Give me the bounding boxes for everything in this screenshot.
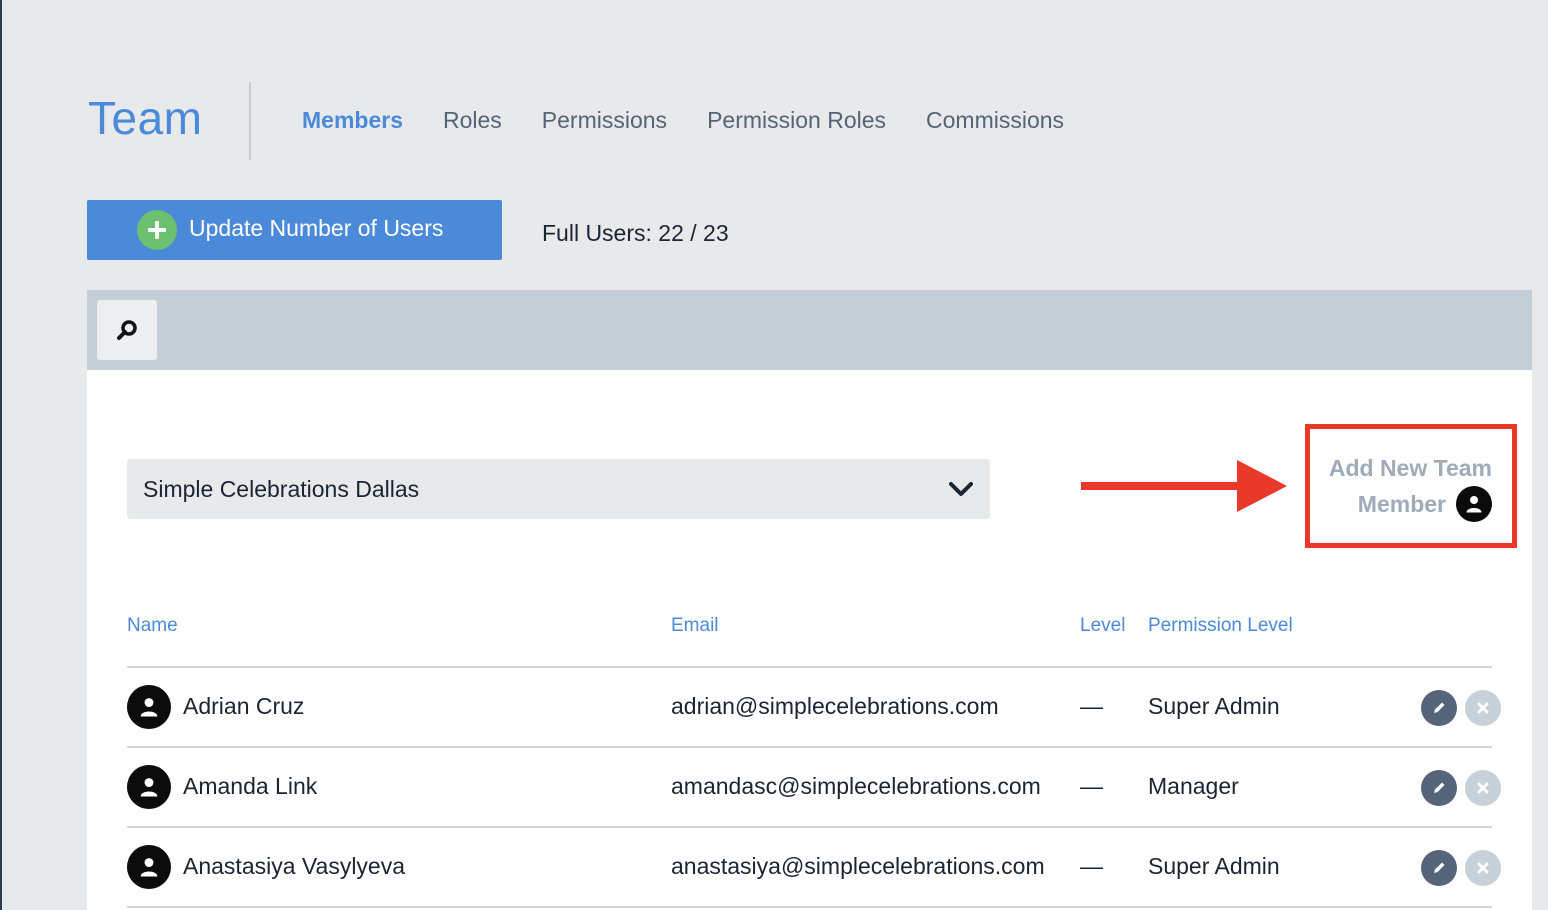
member-permission-level: Super Admin (1148, 853, 1280, 879)
table-row[interactable]: Anastasiya Vasylyeva anastasiya@simplece… (127, 828, 1507, 906)
column-header-level[interactable]: Level (1080, 614, 1125, 638)
update-users-label: Update Number of Users (189, 214, 444, 241)
search-button[interactable] (97, 300, 157, 360)
remove-member-button[interactable] (1465, 850, 1501, 886)
member-email: anastasiya@simplecelebrations.com (671, 853, 1045, 879)
user-avatar-icon (127, 685, 171, 729)
tab-permissions[interactable]: Permissions (542, 104, 667, 136)
member-name: Adrian Cruz (183, 693, 305, 719)
members-panel: Simple Celebrations Dallas Add New Team … (87, 370, 1532, 910)
search-icon (117, 320, 137, 340)
location-select[interactable]: Simple Celebrations Dallas (127, 459, 990, 519)
member-permission-level: Super Admin (1148, 693, 1280, 719)
header-divider (249, 82, 251, 160)
edit-member-button[interactable] (1421, 690, 1457, 726)
plus-icon (137, 210, 177, 250)
update-number-of-users-button[interactable]: Update Number of Users (87, 200, 502, 260)
user-avatar-icon (127, 845, 171, 889)
member-level: — (1080, 853, 1103, 879)
pencil-icon (1434, 862, 1445, 873)
member-permission-level: Manager (1148, 773, 1239, 799)
member-name: Anastasiya Vasylyeva (183, 853, 406, 879)
close-icon (1477, 702, 1489, 714)
page-title: Team (88, 92, 203, 144)
row-divider (127, 906, 1492, 908)
table-row[interactable]: Adrian Cruz adrian@simplecelebrations.co… (127, 668, 1507, 746)
table-row[interactable]: Amanda Link amandasc@simplecelebrations.… (127, 748, 1507, 826)
search-bar (87, 290, 1532, 370)
remove-member-button[interactable] (1465, 770, 1501, 806)
column-header-email[interactable]: Email (671, 614, 719, 638)
add-new-team-member-button[interactable]: Add New Team Member (1312, 450, 1492, 522)
tab-permission-roles[interactable]: Permission Roles (707, 104, 886, 136)
add-member-label-line2: Member (1357, 491, 1446, 517)
column-header-permission-level[interactable]: Permission Level (1148, 614, 1293, 638)
chevron-down-icon (949, 482, 973, 496)
full-users-count: Full Users: 22 / 23 (542, 220, 729, 246)
tab-bar: Members Roles Permissions Permission Rol… (302, 104, 1104, 136)
add-member-label-line1: Add New Team (1328, 455, 1492, 481)
member-email: adrian@simplecelebrations.com (671, 693, 999, 719)
member-level: — (1080, 773, 1103, 799)
close-icon (1477, 862, 1489, 874)
user-icon (1456, 486, 1492, 522)
window-edge (0, 0, 2, 910)
arrow-right-icon (1081, 460, 1287, 512)
pencil-icon (1434, 782, 1445, 793)
close-icon (1477, 782, 1489, 794)
tab-commissions[interactable]: Commissions (926, 104, 1064, 136)
tab-roles[interactable]: Roles (443, 104, 502, 136)
location-selected-value: Simple Celebrations Dallas (143, 476, 420, 502)
member-email: amandasc@simplecelebrations.com (671, 773, 1041, 799)
column-header-name[interactable]: Name (127, 614, 178, 638)
user-avatar-icon (127, 765, 171, 809)
remove-member-button[interactable] (1465, 690, 1501, 726)
edit-member-button[interactable] (1421, 850, 1457, 886)
edit-member-button[interactable] (1421, 770, 1457, 806)
tab-members[interactable]: Members (302, 104, 403, 136)
pencil-icon (1434, 702, 1445, 713)
member-name: Amanda Link (183, 773, 318, 799)
member-level: — (1080, 693, 1103, 719)
